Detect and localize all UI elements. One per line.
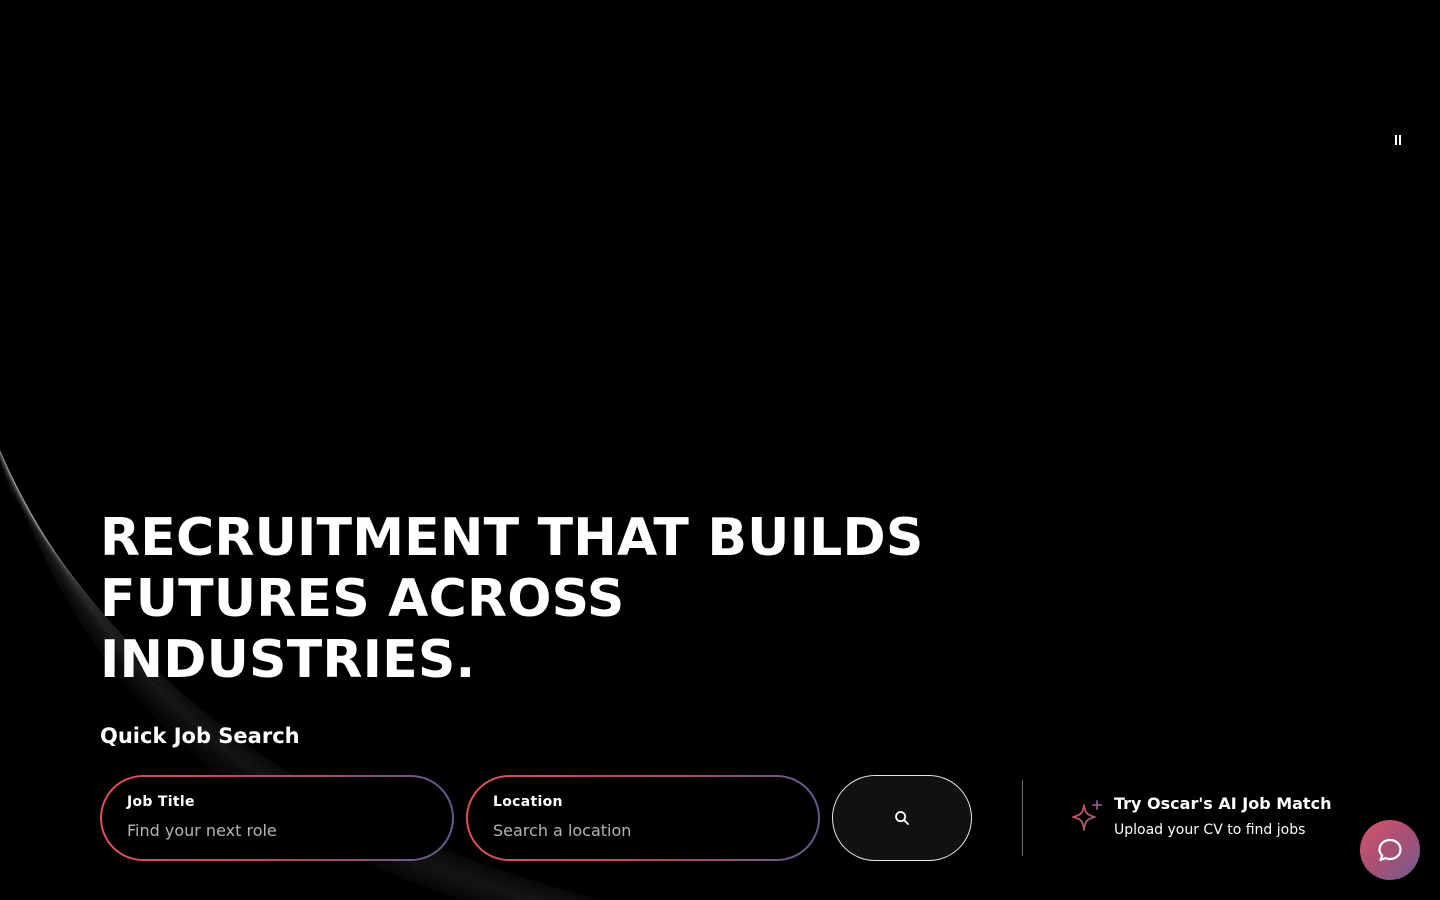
location-label: Location <box>493 794 563 810</box>
ai-job-match-subtitle: Upload your CV to find jobs <box>1114 822 1306 838</box>
quick-search-title: Quick Job Search <box>100 724 300 748</box>
hero-section: RECRUITMENT THAT BUILDS FUTURES ACROSS I… <box>0 0 1440 900</box>
ai-job-match-title: Try Oscar's AI Job Match <box>1114 794 1332 813</box>
search-icon <box>895 811 909 825</box>
job-title-input[interactable] <box>127 820 417 842</box>
background-wave-lines <box>0 450 602 900</box>
chat-bubble-icon <box>1378 838 1402 862</box>
ai-job-match-link[interactable]: Try Oscar's AI Job Match Upload your CV … <box>1070 792 1360 846</box>
pause-icon <box>1394 133 1402 148</box>
job-title-field[interactable]: Job Title <box>100 775 454 861</box>
job-title-label: Job Title <box>127 794 195 810</box>
location-input[interactable] <box>493 820 783 842</box>
chat-button[interactable] <box>1360 820 1420 880</box>
sparkle-icon <box>1072 800 1102 831</box>
search-button[interactable] <box>832 775 972 861</box>
vertical-divider <box>1022 780 1023 856</box>
hero-headline: RECRUITMENT THAT BUILDS FUTURES ACROSS I… <box>100 508 924 690</box>
pause-animation-button[interactable] <box>1386 128 1410 152</box>
location-field[interactable]: Location <box>466 775 820 861</box>
